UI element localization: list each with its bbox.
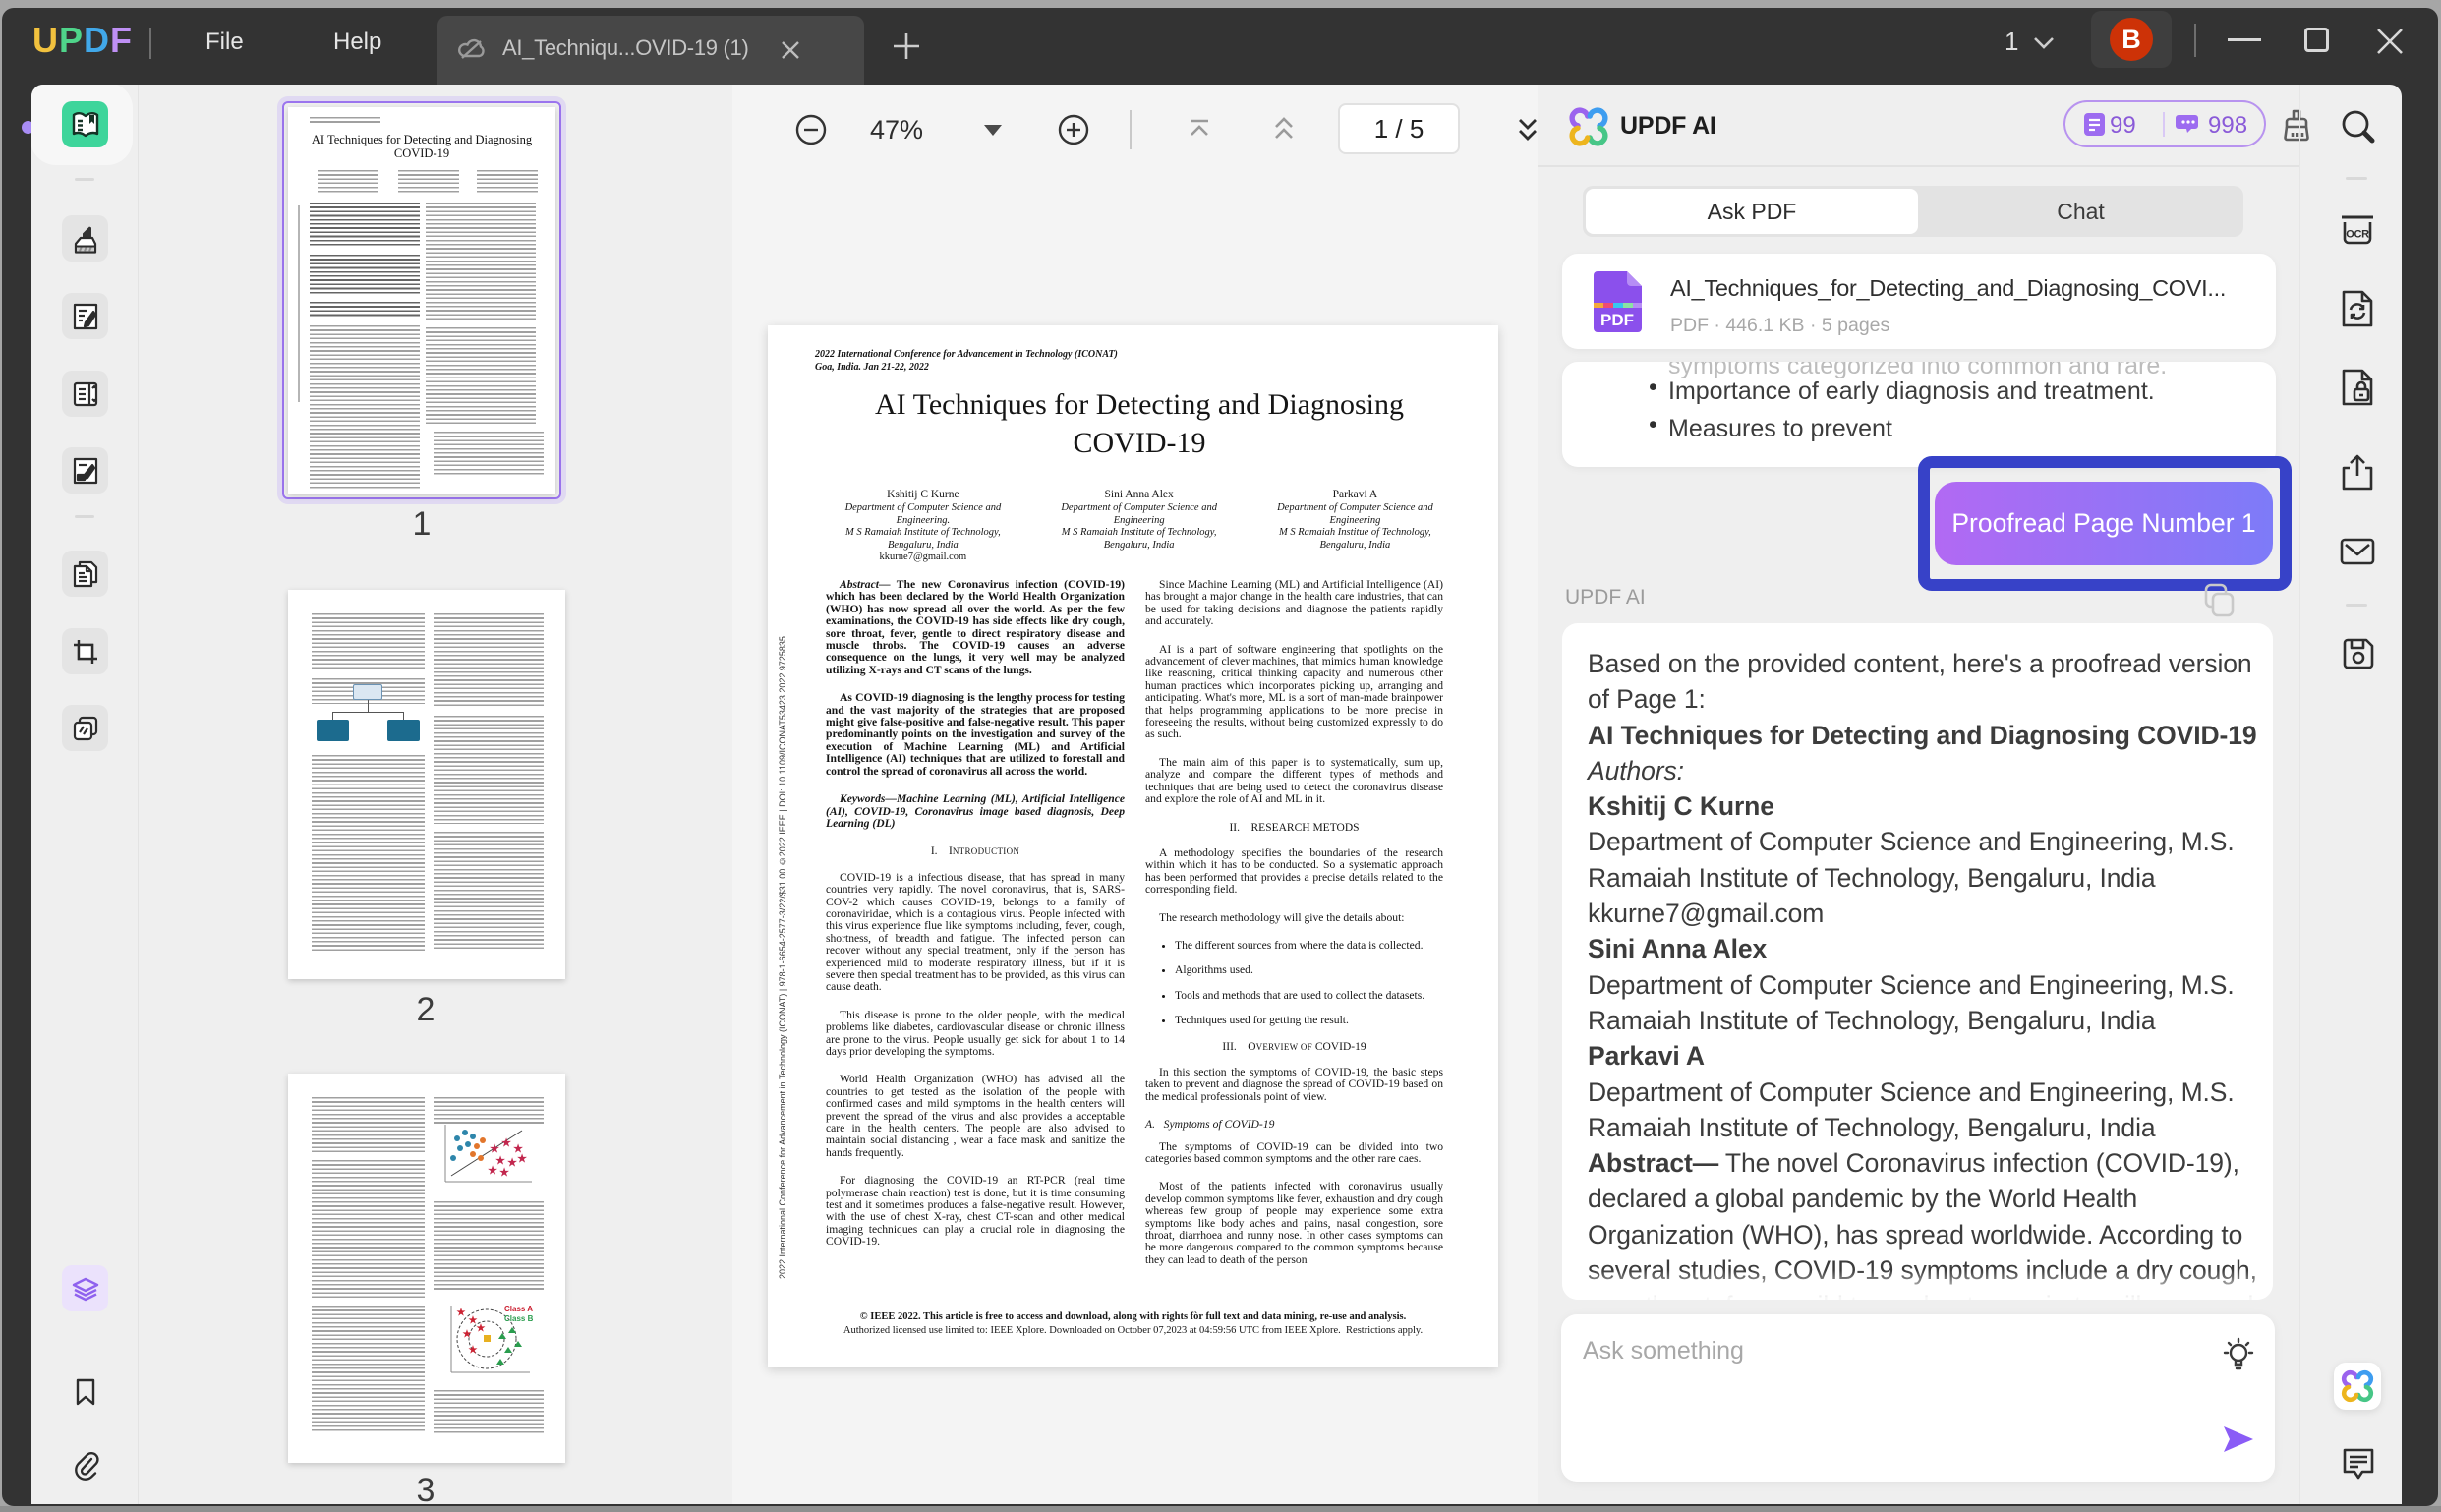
svg-text:★: ★ xyxy=(488,1165,497,1177)
svg-text:Class B: Class B xyxy=(504,1314,534,1323)
svg-text:★: ★ xyxy=(499,1167,509,1179)
svg-text:★: ★ xyxy=(469,1345,478,1356)
svg-text:★: ★ xyxy=(501,1137,511,1149)
svg-text:OCR: OCR xyxy=(2346,229,2369,241)
svg-text:★: ★ xyxy=(517,1153,527,1165)
svg-text:★: ★ xyxy=(490,1143,499,1155)
svg-text:★: ★ xyxy=(457,1308,466,1318)
svg-text:★: ★ xyxy=(463,1329,472,1340)
svg-text:Class A: Class A xyxy=(504,1305,533,1313)
svg-text:★: ★ xyxy=(477,1323,486,1334)
svg-text:PDF: PDF xyxy=(1600,311,1634,329)
